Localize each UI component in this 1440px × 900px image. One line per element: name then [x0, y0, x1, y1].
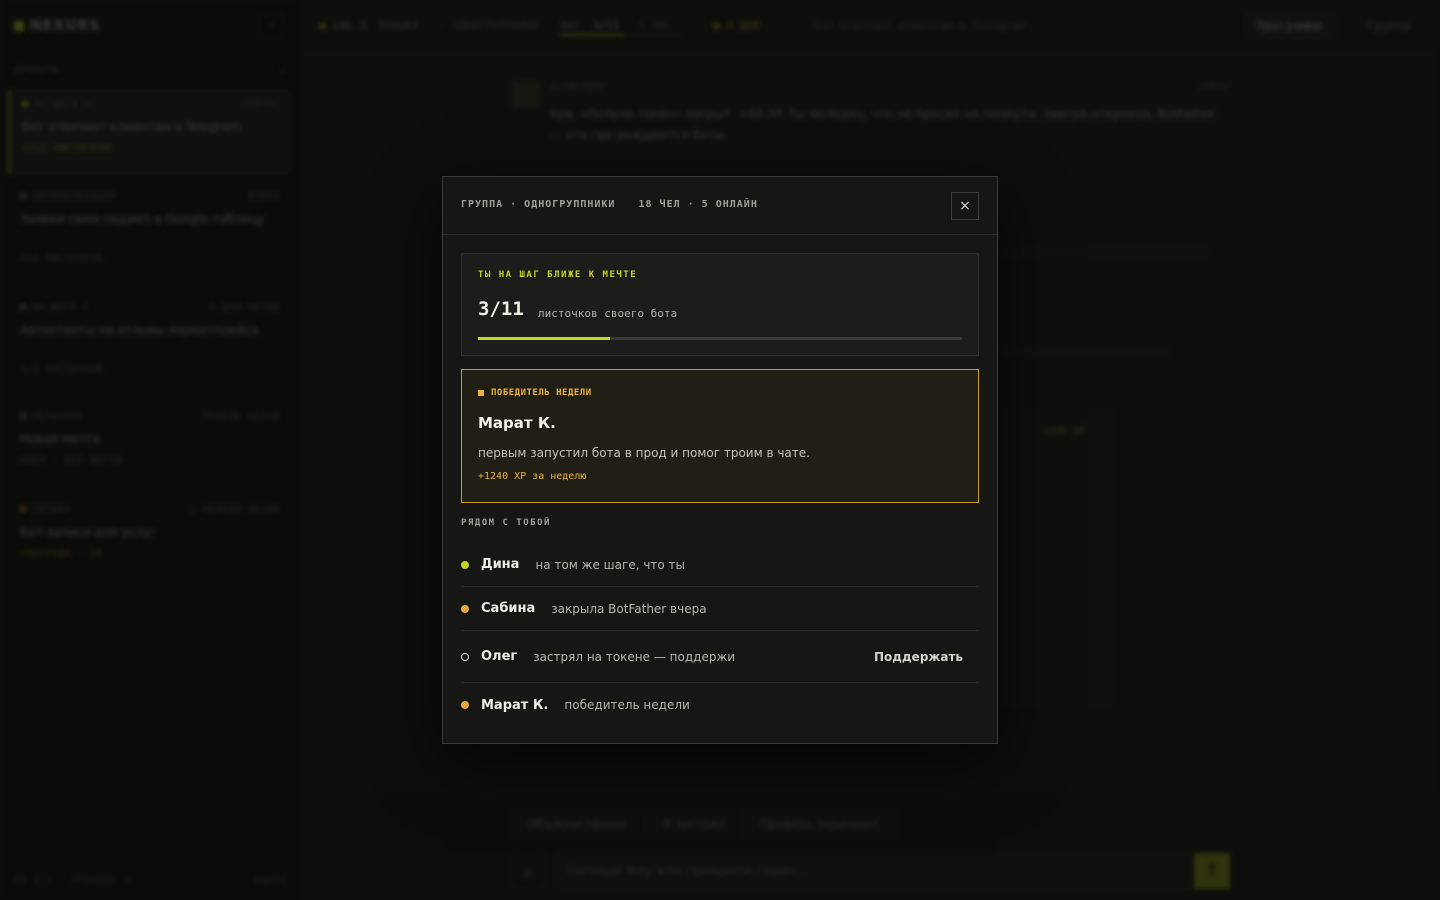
progress-card: ТЫ НА ШАГ БЛИЖЕ К МЕЧТЕ 3/11 листочков с… — [461, 253, 979, 356]
weekly-winner-card: ПОБЕДИТЕЛЬ НЕДЕЛИ Марат К. первым запуст… — [461, 369, 979, 503]
peer-name: Олег — [481, 649, 518, 664]
winner-kicker: ПОБЕДИТЕЛЬ НЕДЕЛИ — [491, 388, 592, 398]
progress-track — [478, 337, 962, 340]
winner-name: Марат К. — [478, 414, 556, 432]
peer-status: закрыла BotFather вчера — [551, 601, 707, 616]
progress-fill — [478, 337, 610, 340]
winner-xp: +1240 XP за неделю — [478, 471, 587, 482]
progress-count: 3/11 — [478, 298, 524, 320]
peer-status: на том же шаге, что ты — [535, 557, 686, 572]
peer-name: Сабина — [481, 601, 536, 616]
progress-description: листочков своего бота — [538, 307, 678, 320]
peer-name: Дина — [481, 557, 520, 572]
status-dot-icon — [461, 701, 469, 709]
peer-row[interactable]: Дина на том же шаге, что ты — [461, 543, 979, 587]
status-dot-icon — [461, 652, 469, 661]
peer-name: Марат К. — [481, 697, 549, 713]
status-dot-icon — [461, 560, 469, 569]
peer-row[interactable]: Олег застрял на токене — поддержи Поддер… — [461, 631, 979, 683]
peer-status: победитель недели — [564, 698, 690, 712]
nearby-title: РЯДОМ С ТОБОЙ — [461, 518, 551, 528]
winner-description: первым запустил бота в прод и помог трои… — [478, 446, 810, 460]
close-button[interactable]: × — [951, 192, 979, 220]
peer-row[interactable]: Марат К. победитель недели — [461, 683, 979, 727]
status-dot-icon — [461, 604, 469, 613]
progress-kicker: ТЫ НА ШАГ БЛИЖЕ К МЕЧТЕ — [478, 270, 638, 280]
winner-marker-icon — [478, 390, 484, 396]
peer-status: застрял на токене — поддержи — [533, 649, 736, 664]
group-stats: 18 ЧЕЛ · 5 ОНЛАЙН — [638, 199, 758, 210]
close-icon: × — [959, 198, 971, 214]
modal-header: ГРУППА · ОДНОГРУППНИКИ 18 ЧЕЛ · 5 ОНЛАЙН… — [443, 177, 997, 235]
peer-row[interactable]: Сабина закрыла BotFather вчера — [461, 587, 979, 631]
support-button[interactable]: Поддержать — [874, 650, 963, 664]
group-name: ГРУППА · ОДНОГРУППНИКИ — [461, 199, 616, 210]
group-modal: ГРУППА · ОДНОГРУППНИКИ 18 ЧЕЛ · 5 ОНЛАЙН… — [442, 176, 998, 744]
modal-title: ГРУППА · ОДНОГРУППНИКИ 18 ЧЕЛ · 5 ОНЛАЙН — [461, 199, 758, 210]
